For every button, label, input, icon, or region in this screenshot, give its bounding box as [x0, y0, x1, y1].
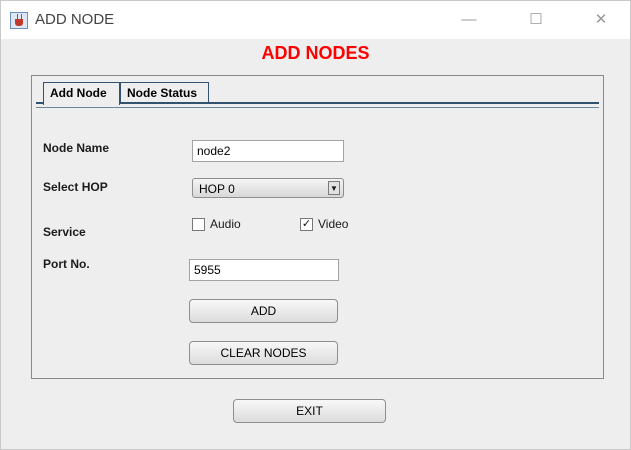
port-label: Port No. [43, 257, 90, 271]
video-checkbox-label: Video [318, 217, 349, 231]
maximize-button[interactable]: ☐ [513, 1, 559, 39]
cup-body [15, 19, 23, 26]
check-mark-icon: ✓ [301, 218, 312, 230]
window-title: ADD NODE [35, 11, 115, 28]
java-app-icon [10, 12, 28, 29]
video-checkbox[interactable]: ✓ [300, 218, 313, 231]
audio-checkbox-label: Audio [210, 217, 241, 231]
add-button[interactable]: ADD [189, 299, 338, 323]
page-heading: ADD NODES [261, 43, 370, 63]
tabbed-panel: Add Node Node Status Node Name node2 Sel… [31, 75, 604, 379]
title-bar: ADD NODE — ☐ ✕ [1, 1, 630, 39]
port-input[interactable]: 5955 [189, 259, 339, 281]
exit-button[interactable]: EXIT [233, 399, 386, 423]
select-hop-label: Select HOP [43, 180, 108, 194]
tab-divider-secondary [36, 107, 599, 108]
dropdown-arrow-icon[interactable]: ▼ [328, 181, 340, 195]
hop-select-value: HOP 0 [199, 182, 235, 196]
service-label: Service [43, 225, 86, 239]
tab-add-node[interactable]: Add Node [43, 82, 120, 105]
tab-divider [36, 102, 599, 104]
node-name-input[interactable]: node2 [192, 140, 344, 162]
close-button[interactable]: ✕ [578, 1, 624, 39]
audio-checkbox[interactable] [192, 218, 205, 231]
hop-select[interactable]: HOP 0 ▼ [192, 178, 344, 198]
clear-nodes-button[interactable]: CLEAR NODES [189, 341, 338, 365]
minimize-button[interactable]: — [446, 1, 492, 39]
add-node-window: ADD NODE — ☐ ✕ ADD NODES Add Node Node S… [0, 0, 631, 450]
tab-node-status[interactable]: Node Status [120, 82, 209, 103]
node-name-label: Node Name [43, 141, 110, 155]
